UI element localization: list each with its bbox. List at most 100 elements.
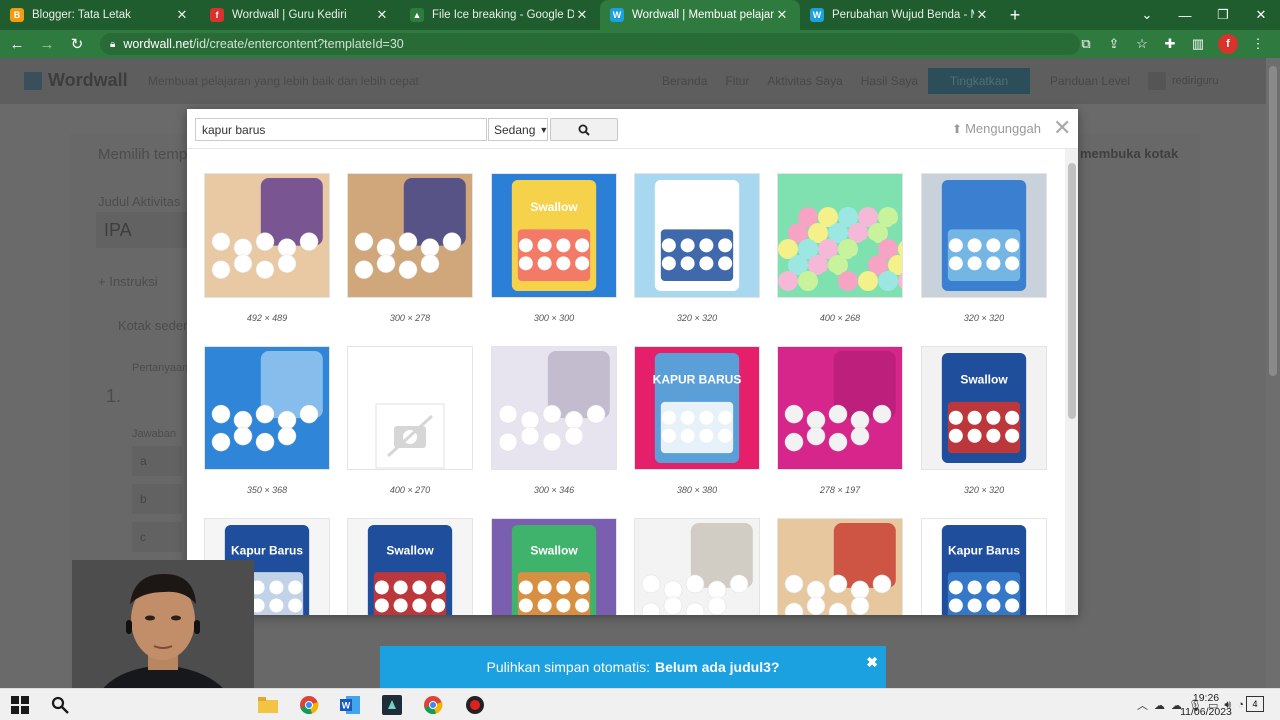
upgrade-button[interactable]: Tingkatkan bbox=[928, 68, 1030, 94]
share-icon[interactable]: ⇪ bbox=[1100, 36, 1128, 52]
image-thumbnail[interactable]: Kapur Barus bbox=[921, 518, 1047, 615]
menu-icon[interactable]: ⋮ bbox=[1244, 36, 1272, 52]
profile-avatar[interactable]: f bbox=[1218, 34, 1238, 54]
site-nav-item[interactable]: Aktivitas Saya bbox=[767, 74, 842, 88]
image-thumbnail[interactable]: Swallow bbox=[347, 518, 473, 615]
image-result[interactable]: 350 × 368 bbox=[204, 346, 330, 500]
tab-close-icon[interactable]: ✕ bbox=[374, 7, 390, 23]
mothball bbox=[806, 596, 826, 615]
mothball bbox=[564, 426, 584, 446]
image-result[interactable]: Swallow bbox=[491, 518, 617, 615]
image-result[interactable]: 300 × 346 bbox=[491, 346, 617, 500]
image-result[interactable] bbox=[634, 518, 760, 615]
image-result[interactable]: 492 × 489 bbox=[204, 173, 330, 328]
image-result[interactable]: 278 × 197 bbox=[777, 346, 903, 500]
image-thumbnail[interactable] bbox=[204, 173, 330, 298]
tab-close-icon[interactable]: ✕ bbox=[174, 7, 190, 23]
answer-a[interactable]: a bbox=[132, 446, 182, 476]
reload-icon[interactable]: ↻ bbox=[64, 30, 90, 58]
image-result[interactable]: Swallow bbox=[347, 518, 473, 615]
upload-label: Mengunggah bbox=[965, 121, 1041, 136]
translate-icon[interactable]: ⧉ bbox=[1072, 36, 1100, 52]
app-icon[interactable] bbox=[380, 693, 404, 717]
chrome-icon[interactable] bbox=[297, 693, 321, 717]
image-result[interactable]: Kapur Barus bbox=[921, 518, 1047, 615]
level-guide-link[interactable]: Panduan Level bbox=[1050, 74, 1130, 88]
answer-c[interactable]: c bbox=[132, 522, 182, 552]
image-thumbnail[interactable] bbox=[921, 173, 1047, 298]
site-nav-item[interactable]: Fitur bbox=[725, 74, 749, 88]
maximize-icon[interactable]: ❐ bbox=[1204, 0, 1242, 30]
browser-tab[interactable]: f Wordwall | Guru Kediri ✕ bbox=[200, 0, 400, 30]
image-result[interactable]: 320 × 320 bbox=[921, 173, 1047, 328]
image-result[interactable]: Swallow 300 × 300 bbox=[491, 173, 617, 328]
close-icon[interactable]: ✖ bbox=[866, 654, 878, 671]
screen-recorder-icon[interactable] bbox=[463, 693, 487, 717]
cloud-icon[interactable]: ☁ bbox=[1154, 699, 1165, 712]
word-icon[interactable]: W bbox=[338, 693, 362, 717]
bookmark-star-icon[interactable]: ☆ bbox=[1128, 36, 1156, 52]
forward-icon[interactable]: → bbox=[34, 30, 60, 58]
image-thumbnail[interactable] bbox=[204, 346, 330, 470]
browser-tab[interactable]: B Blogger: Tata Letak ✕ bbox=[0, 0, 200, 30]
close-window-icon[interactable]: ✕ bbox=[1242, 0, 1280, 30]
search-button[interactable] bbox=[550, 118, 618, 141]
back-icon[interactable]: ← bbox=[4, 30, 30, 58]
image-thumbnail[interactable] bbox=[347, 346, 473, 470]
tab-close-icon[interactable]: ✕ bbox=[774, 7, 790, 23]
account-menu[interactable]: rediriguru bbox=[1148, 72, 1218, 90]
taskbar-search-icon[interactable] bbox=[48, 693, 72, 717]
new-tab-button[interactable]: + bbox=[1000, 0, 1030, 30]
upload-button[interactable]: ⬆ Mengunggah bbox=[952, 121, 1041, 136]
image-search-input[interactable] bbox=[195, 118, 487, 141]
autosave-title[interactable]: Belum ada judul3? bbox=[655, 659, 779, 675]
image-thumbnail[interactable]: DAHLIA bbox=[634, 173, 760, 298]
image-result[interactable] bbox=[777, 518, 903, 615]
site-nav-item[interactable]: Beranda bbox=[662, 74, 707, 88]
answer-b[interactable]: b bbox=[132, 484, 182, 514]
tab-close-icon[interactable]: ✕ bbox=[574, 7, 590, 23]
close-icon[interactable]: ✕ bbox=[1053, 115, 1071, 141]
file-explorer-icon[interactable] bbox=[256, 693, 280, 717]
image-size-select[interactable]: Sedang ▼ bbox=[488, 118, 548, 141]
windows-start-icon[interactable] bbox=[8, 693, 32, 717]
image-result[interactable]: 400 × 270 bbox=[347, 346, 473, 500]
image-result[interactable]: Swallow 320 × 320 bbox=[921, 346, 1047, 500]
image-thumbnail[interactable] bbox=[347, 173, 473, 298]
modal-scrollbar-thumb[interactable] bbox=[1068, 163, 1076, 419]
wifi-icon[interactable]: ◔ bbox=[1237, 699, 1244, 711]
image-thumbnail[interactable]: Swallow bbox=[491, 518, 617, 615]
image-result[interactable]: 400 × 268 bbox=[777, 173, 903, 328]
browser-tab[interactable]: W Wordwall | Membuat pelajaran y✕ bbox=[600, 0, 800, 30]
site-nav-item[interactable]: Hasil Saya bbox=[861, 74, 918, 88]
image-thumbnail[interactable] bbox=[777, 173, 903, 298]
instructions-link[interactable]: + Instruksi bbox=[98, 274, 158, 289]
tab-search-icon[interactable]: ⌄ bbox=[1128, 0, 1166, 30]
image-thumbnail[interactable]: KAPUR BARUS bbox=[634, 346, 760, 470]
taskbar-clock[interactable]: 19:26 11/06/2023 bbox=[1176, 691, 1236, 719]
tab-title: Perubahan Wujud Benda - Memb bbox=[832, 9, 974, 21]
extensions-icon[interactable]: ✚ bbox=[1156, 36, 1184, 52]
modal-scrollbar[interactable] bbox=[1065, 149, 1078, 615]
chrome-profile-icon[interactable] bbox=[421, 693, 445, 717]
notification-icon[interactable]: 4 bbox=[1246, 696, 1264, 712]
image-result[interactable]: DAHLIA 320 × 320 bbox=[634, 173, 760, 328]
page-scrollbar[interactable] bbox=[1266, 58, 1280, 688]
browser-tab[interactable]: ▲ File Ice breaking - Google Drive✕ bbox=[400, 0, 600, 30]
chevron-up-icon[interactable]: ︿ bbox=[1137, 697, 1148, 713]
image-thumbnail[interactable]: Swallow bbox=[491, 173, 617, 298]
page-scrollbar-thumb[interactable] bbox=[1269, 66, 1277, 376]
image-thumbnail[interactable]: Swallow bbox=[921, 346, 1047, 470]
image-thumbnail[interactable] bbox=[634, 518, 760, 615]
image-thumbnail[interactable] bbox=[777, 346, 903, 470]
image-thumbnail[interactable] bbox=[491, 346, 617, 470]
tab-close-icon[interactable]: ✕ bbox=[974, 7, 990, 23]
image-result[interactable]: KAPUR BARUS 380 × 380 bbox=[634, 346, 760, 500]
image-thumbnail[interactable] bbox=[777, 518, 903, 615]
browser-tab[interactable]: W Perubahan Wujud Benda - Memb✕ bbox=[800, 0, 1000, 30]
minimize-icon[interactable]: — bbox=[1166, 0, 1204, 30]
url-field[interactable]: 🔒︎ wordwall.net/id/create/entercontent?t… bbox=[100, 33, 1080, 55]
autosave-banner[interactable]: Pulihkan simpan otomatis: Belum ada judul… bbox=[380, 646, 886, 688]
image-result[interactable]: 300 × 278 bbox=[347, 173, 473, 328]
sidepanel-icon[interactable]: ▥ bbox=[1184, 36, 1212, 52]
